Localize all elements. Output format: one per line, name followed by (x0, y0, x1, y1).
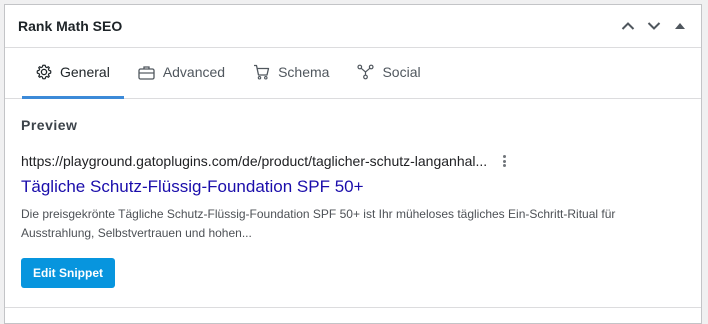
move-down-button[interactable] (641, 13, 667, 39)
serp-url: https://playground.gatoplugins.com/de/pr… (21, 153, 488, 169)
move-up-button[interactable] (615, 13, 641, 39)
chevron-down-icon (647, 22, 661, 30)
tab-social[interactable]: Social (343, 48, 434, 99)
tab-advanced[interactable]: Advanced (124, 48, 239, 99)
more-options-icon[interactable] (499, 153, 509, 169)
briefcase-icon (138, 65, 155, 80)
caret-up-icon (675, 23, 685, 29)
metabox-header: Rank Math SEO (5, 5, 701, 48)
section-divider (5, 307, 701, 308)
edit-snippet-button[interactable]: Edit Snippet (21, 258, 115, 288)
general-tab-content: Preview https://playground.gatoplugins.c… (5, 99, 701, 288)
serp-url-row: https://playground.gatoplugins.com/de/pr… (21, 153, 685, 169)
tab-schema-label: Schema (278, 64, 330, 80)
metabox-title: Rank Math SEO (18, 18, 123, 34)
share-icon (357, 64, 375, 80)
metabox-tabs: General Advanced Schema Social (5, 48, 701, 99)
rank-math-metabox: Rank Math SEO General Advanced Schema So… (4, 4, 702, 324)
tab-general[interactable]: General (22, 48, 124, 99)
serp-description: Die preisgekrönte Tägliche Schutz-Flüssi… (21, 207, 616, 240)
metabox-controls (615, 5, 693, 47)
tab-general-label: General (60, 64, 110, 80)
gear-icon (36, 64, 52, 80)
serp-title[interactable]: Tägliche Schutz-Flüssig-Foundation SPF 5… (21, 177, 685, 197)
tab-schema[interactable]: Schema (239, 48, 343, 99)
tab-social-label: Social (382, 64, 421, 80)
toggle-panel-button[interactable] (667, 13, 693, 39)
cart-icon (254, 64, 270, 80)
tab-advanced-label: Advanced (162, 64, 226, 80)
preview-heading: Preview (21, 117, 78, 133)
chevron-up-icon (621, 22, 635, 30)
